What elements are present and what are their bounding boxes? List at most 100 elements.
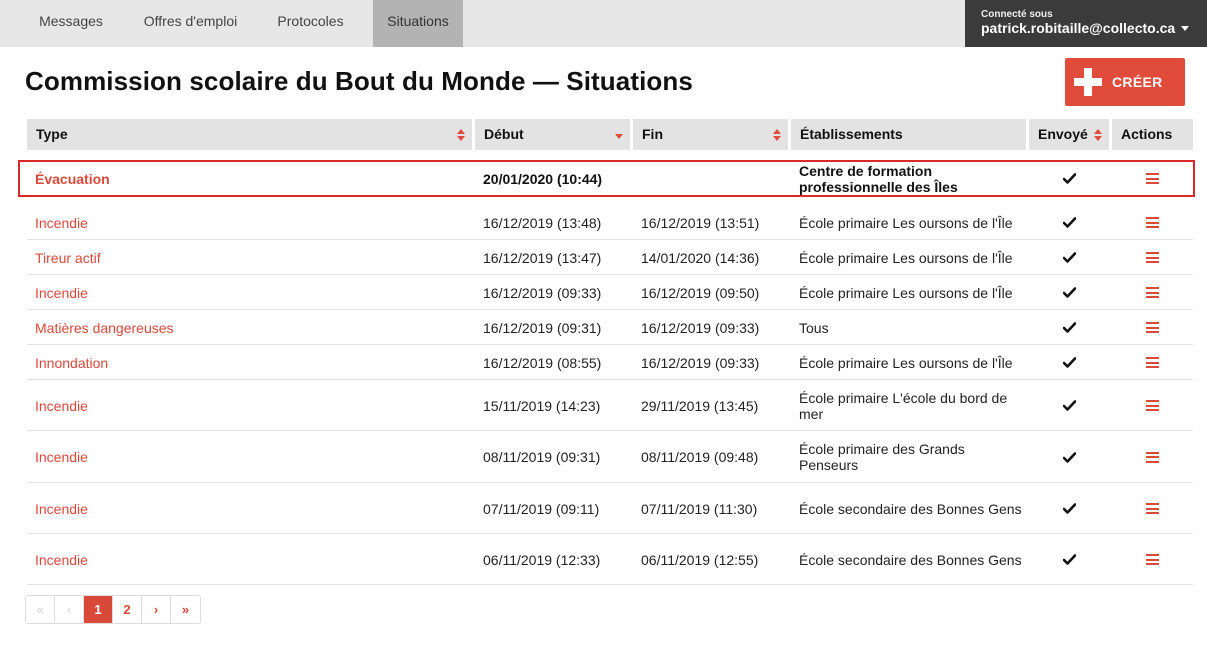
fin-column-cell: 16/12/2019 (13:51) <box>633 205 788 240</box>
debut-cell: 16/12/2019 (13:47) <box>483 249 602 266</box>
sort-icon[interactable] <box>773 129 781 141</box>
hamburger-menu-icon[interactable] <box>1146 400 1159 411</box>
user-menu[interactable]: Connecté sous patrick.robitaille@collect… <box>965 0 1207 47</box>
caret-down-icon[interactable] <box>1181 26 1190 31</box>
pagination-first-button[interactable]: « <box>26 596 55 623</box>
debut-column-cell: 06/11/2019 (12:33) <box>475 534 630 585</box>
highlighted-row-outline <box>18 160 1195 197</box>
etab-column-cell: École primaire des Grands Penseurs <box>791 431 1026 483</box>
fin-cell: 16/12/2019 (09:33) <box>641 354 760 371</box>
situation-type-link[interactable]: Matières dangereuses <box>35 320 174 336</box>
fin-column-cell: 16/12/2019 (09:33) <box>633 310 788 345</box>
column-header-fin[interactable]: Fin <box>633 119 788 150</box>
fin-column-cell: 16/12/2019 (09:50) <box>633 275 788 310</box>
hamburger-menu-icon[interactable] <box>1146 217 1159 228</box>
column-header-type-label: Type <box>36 126 68 142</box>
tab-messages[interactable]: Messages <box>26 0 116 47</box>
checkmark-icon <box>1062 217 1076 228</box>
fin-column-cell: 07/11/2019 (11:30) <box>633 483 788 534</box>
hamburger-menu-icon[interactable] <box>1146 451 1159 463</box>
fin-column-cell: 06/11/2019 (12:55) <box>633 534 788 585</box>
etab-column-cell: Tous <box>791 310 1026 345</box>
fin-cell: 16/12/2019 (13:51) <box>641 214 760 231</box>
pagination-next-button[interactable]: › <box>142 596 171 623</box>
column-header-debut-label: Début <box>484 126 524 142</box>
tab-protocoles[interactable]: Protocoles <box>265 0 356 47</box>
type-column-cell: Innondation <box>27 345 472 380</box>
sent-cell <box>1029 205 1109 240</box>
fin-cell: 07/11/2019 (11:30) <box>641 500 758 517</box>
pagination-page-1[interactable]: 1 <box>84 596 113 623</box>
pagination-last-button[interactable]: » <box>171 596 200 623</box>
situation-type-link[interactable]: Incendie <box>35 398 88 414</box>
situation-type-link[interactable]: Incendie <box>35 449 88 465</box>
sent-cell <box>1029 275 1109 310</box>
pagination: « ‹ 1 2 › » <box>25 595 201 624</box>
top-navigation: Messages Offres d'emploi Protocoles Situ… <box>0 0 1207 47</box>
checkmark-icon <box>1062 451 1076 463</box>
actions-cell <box>1112 534 1193 585</box>
establishment-cell: École primaire L'école du bord de mer <box>799 389 1008 422</box>
checkmark-icon <box>1062 357 1076 368</box>
debut-cell: 16/12/2019 (08:55) <box>483 354 602 371</box>
column-header-etablissements-label: Établissements <box>800 126 903 142</box>
hamburger-menu-icon[interactable] <box>1146 357 1159 368</box>
actions-cell <box>1112 483 1193 534</box>
actions-cell <box>1112 380 1193 431</box>
situation-type-link[interactable]: Incendie <box>35 552 88 568</box>
column-header-envoye[interactable]: Envoyé <box>1029 119 1109 150</box>
type-column-cell: Incendie <box>27 431 472 483</box>
checkmark-icon <box>1062 503 1076 514</box>
sort-desc-icon[interactable] <box>615 129 623 141</box>
column-header-type[interactable]: Type <box>27 119 472 150</box>
pagination-prev-button[interactable]: ‹ <box>55 596 84 623</box>
tab-offres-emploi[interactable]: Offres d'emploi <box>136 0 245 47</box>
user-email: patrick.robitaille@collecto.ca <box>981 20 1176 36</box>
type-column-cell: Incendie <box>27 483 472 534</box>
type-column-cell: Incendie <box>27 380 472 431</box>
hamburger-menu-icon[interactable] <box>1146 287 1159 298</box>
checkmark-icon <box>1062 400 1076 411</box>
establishment-cell: Tous <box>799 319 829 336</box>
actions-cell <box>1112 275 1193 310</box>
situation-type-link[interactable]: Innondation <box>35 355 108 371</box>
type-column-cell: Tireur actif <box>27 240 472 275</box>
situation-type-link[interactable]: Incendie <box>35 501 88 517</box>
column-header-debut[interactable]: Début <box>475 119 630 150</box>
fin-column-cell: 08/11/2019 (09:48) <box>633 431 788 483</box>
debut-cell: 08/11/2019 (09:31) <box>483 449 601 465</box>
etab-column-cell: École secondaire des Bonnes Gens <box>791 534 1026 585</box>
situation-type-link[interactable]: Incendie <box>35 215 88 231</box>
hamburger-menu-icon[interactable] <box>1146 252 1159 263</box>
debut-column-cell: 07/11/2019 (09:11) <box>475 483 630 534</box>
sent-cell <box>1029 534 1109 585</box>
hamburger-menu-icon[interactable] <box>1146 503 1159 514</box>
debut-cell: 07/11/2019 (09:11) <box>483 500 600 517</box>
sent-cell <box>1029 483 1109 534</box>
column-header-etablissements: Établissements <box>791 119 1026 150</box>
establishment-cell: École primaire Les oursons de l'Île <box>799 284 1013 301</box>
plus-icon <box>1074 68 1102 96</box>
tab-situations[interactable]: Situations <box>373 0 463 47</box>
etab-column-cell: École primaire L'école du bord de mer <box>791 380 1026 431</box>
situation-type-link[interactable]: Tireur actif <box>35 250 101 266</box>
sort-icon[interactable] <box>457 129 465 141</box>
page-title: Commission scolaire du Bout du Monde — S… <box>25 66 693 96</box>
etab-column-cell: École secondaire des Bonnes Gens <box>791 483 1026 534</box>
fin-cell: 08/11/2019 (09:48) <box>641 449 759 465</box>
actions-cell <box>1112 240 1193 275</box>
hamburger-menu-icon[interactable] <box>1146 554 1159 565</box>
establishment-cell: École primaire Les oursons de l'Île <box>799 249 1013 266</box>
debut-column-cell: 08/11/2019 (09:31) <box>475 431 630 483</box>
actions-cell <box>1112 345 1193 380</box>
user-caption: Connecté sous <box>981 9 1053 20</box>
create-button[interactable]: CRÉER <box>1065 58 1185 106</box>
situation-type-link[interactable]: Incendie <box>35 285 88 301</box>
sort-icon[interactable] <box>1094 129 1102 141</box>
establishment-cell: École secondaire des Bonnes Gens <box>799 500 1022 517</box>
user-email-row: patrick.robitaille@collecto.ca <box>981 20 1207 37</box>
type-column-cell: Incendie <box>27 205 472 240</box>
pagination-page-2[interactable]: 2 <box>113 596 142 623</box>
hamburger-menu-icon[interactable] <box>1146 322 1159 333</box>
debut-column-cell: 16/12/2019 (09:33) <box>475 275 630 310</box>
